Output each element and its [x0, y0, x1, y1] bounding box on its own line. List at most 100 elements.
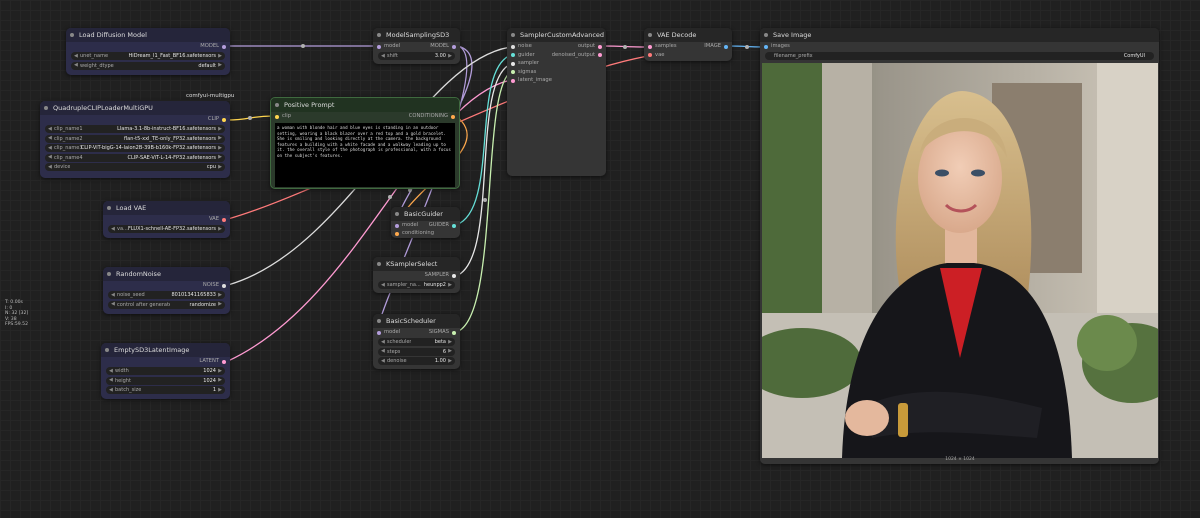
arrow-right-icon[interactable]: ▶ — [448, 358, 452, 364]
widget-scheduler[interactable]: ◀ scheduler beta ▶ — [378, 338, 455, 346]
arrow-right-icon[interactable]: ▶ — [218, 368, 222, 374]
arrow-right-icon[interactable]: ▶ — [218, 53, 222, 59]
output-slot-conditioning[interactable] — [451, 114, 455, 119]
arrow-right-icon[interactable]: ▶ — [218, 292, 222, 298]
output-slot-output[interactable] — [598, 44, 602, 49]
widget-clip-name4[interactable]: ◀ clip_name4 CLIP-SAE-ViT-L-14-FP32.safete… — [45, 153, 225, 162]
input-slot-model[interactable] — [377, 330, 381, 335]
collapse-dot-icon[interactable] — [275, 103, 279, 107]
arrow-left-icon[interactable]: ◀ — [48, 135, 52, 141]
arrow-left-icon[interactable]: ◀ — [381, 358, 385, 364]
arrow-right-icon[interactable]: ▶ — [218, 154, 222, 160]
node-header[interactable]: QuadrupleCLIPLoaderMultiGPU — [40, 101, 230, 115]
output-slot-sigmas[interactable] — [452, 330, 456, 335]
node-header[interactable]: EmptySD3LatentImage — [101, 343, 230, 357]
widget-sampler-name[interactable]: ◀ sampler_na... heunpp2 ▶ — [378, 281, 455, 289]
input-slot-model[interactable] — [377, 44, 381, 49]
node-quadruple-clip-loader[interactable]: QuadrupleCLIPLoaderMultiGPU CLIP ◀ clip_n… — [40, 101, 230, 178]
output-slot-noise[interactable] — [222, 283, 226, 288]
widget-clip-name2[interactable]: ◀ clip_name2 flan-t5-xxl_TE-only_FP32.safe… — [45, 134, 225, 143]
input-slot-images[interactable] — [764, 44, 768, 49]
input-slot-sampler[interactable] — [511, 61, 515, 66]
node-positive-prompt[interactable]: Positive Prompt clip CONDITIONING a woman… — [270, 97, 460, 189]
output-slot-denoised-output[interactable] — [598, 53, 602, 57]
widget-device[interactable]: ◀ device cpu ▶ — [45, 163, 225, 171]
arrow-left-icon[interactable]: ◀ — [111, 292, 115, 298]
arrow-right-icon[interactable]: ▶ — [218, 145, 222, 151]
node-load-vae[interactable]: Load VAE VAE ◀ va... FLUX1-schnell-AE-FP32… — [103, 201, 230, 238]
widget-height[interactable]: ◀ height 1024 ▶ — [106, 376, 225, 385]
arrow-right-icon[interactable]: ▶ — [218, 126, 222, 132]
collapse-dot-icon[interactable] — [70, 33, 74, 37]
node-header[interactable]: Load VAE — [103, 201, 230, 215]
node-header[interactable]: Positive Prompt — [271, 98, 459, 112]
output-slot-model[interactable] — [452, 44, 456, 49]
input-slot-model[interactable] — [395, 223, 399, 228]
output-slot-image[interactable] — [724, 44, 728, 49]
node-vae-decode[interactable]: VAE Decode samples IMAGE vae — [644, 28, 732, 61]
collapse-dot-icon[interactable] — [764, 33, 768, 37]
node-header[interactable]: RandomNoise — [103, 267, 230, 281]
node-ksampler-select[interactable]: KSamplerSelect SAMPLER ◀ sampler_na... heu… — [373, 257, 460, 293]
arrow-left-icon[interactable]: ◀ — [48, 164, 52, 170]
input-slot-samples[interactable] — [648, 44, 652, 49]
input-slot-conditioning[interactable] — [395, 231, 399, 236]
node-load-diffusion-model[interactable]: Load Diffusion Model MODEL ◀ unet_name HiD… — [66, 28, 230, 75]
arrow-right-icon[interactable]: ▶ — [218, 164, 222, 170]
node-basic-guider[interactable]: BasicGuider model GUIDER conditioning — [391, 207, 460, 238]
output-slot-model[interactable] — [222, 44, 226, 49]
node-header[interactable]: SamplerCustomAdvanced — [507, 28, 606, 42]
collapse-dot-icon[interactable] — [395, 212, 399, 216]
arrow-left-icon[interactable]: ◀ — [109, 368, 113, 374]
arrow-left-icon[interactable]: ◀ — [381, 348, 385, 354]
widget-batch-size[interactable]: ◀ batch_size 1 ▶ — [106, 386, 225, 394]
collapse-dot-icon[interactable] — [648, 33, 652, 37]
arrow-right-icon[interactable]: ▶ — [218, 62, 222, 68]
arrow-left-icon[interactable]: ◀ — [109, 387, 113, 393]
arrow-left-icon[interactable]: ◀ — [48, 126, 52, 132]
arrow-left-icon[interactable]: ◀ — [381, 282, 385, 288]
arrow-left-icon[interactable]: ◀ — [74, 53, 78, 59]
widget-steps[interactable]: ◀ steps 6 ▶ — [378, 347, 455, 356]
arrow-left-icon[interactable]: ◀ — [109, 377, 113, 383]
widget-weight-dtype[interactable]: ◀ weight_dtype default ▶ — [71, 61, 225, 70]
widget-control-after-generate[interactable]: ◀ control after generate randomize ▶ — [108, 300, 225, 309]
widget-denoise[interactable]: ◀ denoise 1.00 ▶ — [378, 357, 455, 365]
widget-unet-name[interactable]: ◀ unet_name HiDream_I1_Fast_BF16.safetenso… — [71, 52, 225, 60]
collapse-dot-icon[interactable] — [107, 272, 111, 276]
input-slot-clip[interactable] — [275, 114, 279, 119]
prompt-textarea[interactable]: a woman with blonde hair and blue eyes i… — [275, 123, 455, 187]
node-header[interactable]: Save Image — [760, 28, 1159, 42]
arrow-left-icon[interactable]: ◀ — [381, 339, 385, 345]
output-slot-clip[interactable] — [222, 117, 226, 122]
collapse-dot-icon[interactable] — [377, 33, 381, 37]
node-header[interactable]: BasicGuider — [391, 207, 460, 221]
collapse-dot-icon[interactable] — [107, 206, 111, 210]
collapse-dot-icon[interactable] — [105, 348, 109, 352]
arrow-right-icon[interactable]: ▶ — [218, 387, 222, 393]
node-basic-scheduler[interactable]: BasicScheduler model SIGMAS ◀ scheduler bet… — [373, 314, 460, 369]
input-slot-vae[interactable] — [648, 53, 652, 57]
output-slot-guider[interactable] — [452, 223, 456, 228]
widget-filename-prefix[interactable]: filename_prefix ComfyUI — [765, 52, 1154, 60]
widget-noise-seed[interactable]: ◀ noise_seed 80101341165833 ▶ — [108, 291, 225, 299]
arrow-left-icon[interactable]: ◀ — [381, 53, 385, 59]
arrow-right-icon[interactable]: ▶ — [218, 301, 222, 307]
node-header[interactable]: ModelSamplingSD3 — [373, 28, 460, 42]
node-random-noise[interactable]: RandomNoise NOISE ◀ noise_seed 80101341165… — [103, 267, 230, 314]
output-slot-sampler[interactable] — [452, 273, 456, 278]
collapse-dot-icon[interactable] — [377, 262, 381, 266]
widget-clip-name3[interactable]: ◀ clip_name3 CLIP-ViT-bigG-14-laion2B-39B-… — [45, 144, 225, 152]
arrow-right-icon[interactable]: ▶ — [448, 282, 452, 288]
node-header[interactable]: KSamplerSelect — [373, 257, 460, 271]
input-slot-noise[interactable] — [511, 44, 515, 49]
collapse-dot-icon[interactable] — [377, 319, 381, 323]
collapse-dot-icon[interactable] — [44, 106, 48, 110]
arrow-left-icon[interactable]: ◀ — [111, 301, 115, 307]
input-slot-sigmas[interactable] — [511, 70, 515, 74]
collapse-dot-icon[interactable] — [511, 33, 515, 37]
widget-vae-name[interactable]: ◀ va... FLUX1-schnell-AE-FP32.safetensors ▶ — [108, 225, 225, 233]
arrow-left-icon[interactable]: ◀ — [74, 62, 78, 68]
output-slot-vae[interactable] — [222, 217, 226, 222]
widget-clip-name1[interactable]: ◀ clip_name1 Llama-3.1-8b-instruct-BF16.sa… — [45, 125, 225, 133]
